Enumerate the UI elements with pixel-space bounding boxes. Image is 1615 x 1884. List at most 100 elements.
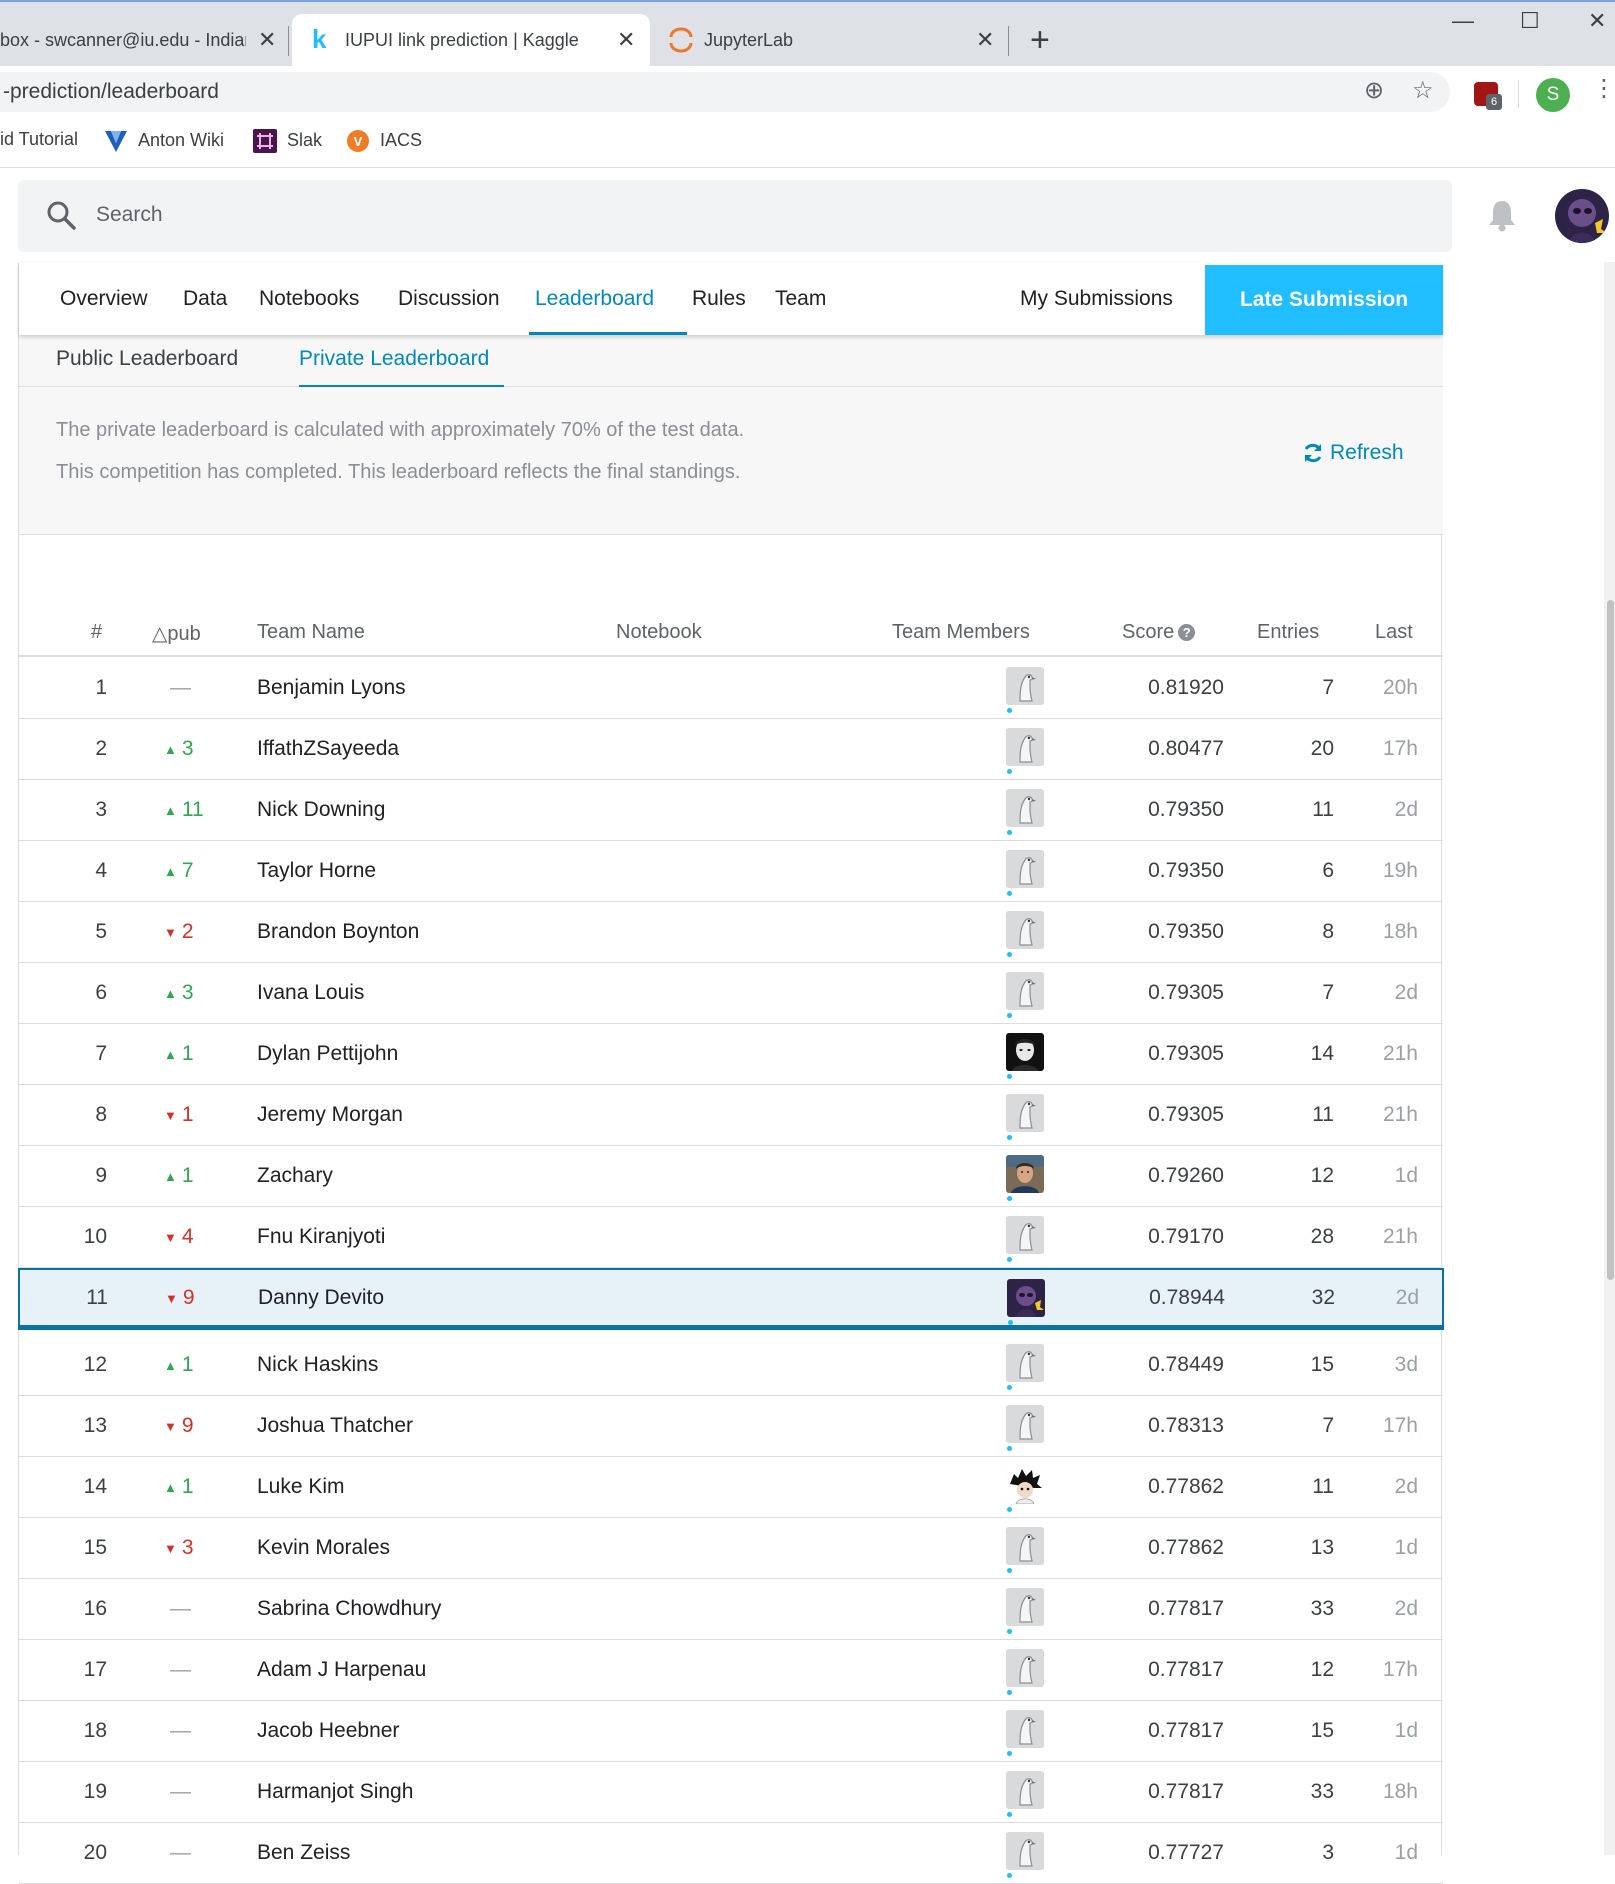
minimize-button[interactable]: — — [1452, 8, 1474, 34]
tab-close-icon[interactable]: ✕ — [976, 27, 994, 53]
tab-jupyterlab[interactable]: JupyterLab ✕ — [660, 14, 1010, 66]
team-name[interactable]: Zachary — [257, 1164, 333, 1188]
bookmark-iacs[interactable]: V IACS — [346, 129, 422, 152]
maximize-button[interactable]: ☐ — [1520, 8, 1540, 34]
table-row[interactable]: 8 ▼ 1 Jeremy Morgan 0.79305 11 21h — [19, 1085, 1443, 1146]
table-row[interactable]: 7 ▲ 1 Dylan Pettijohn 0.79305 14 21h — [19, 1024, 1443, 1085]
table-row[interactable]: 16 — Sabrina Chowdhury 0.77817 33 2d — [19, 1579, 1443, 1640]
team-member-avatar[interactable] — [1006, 972, 1044, 1010]
team-name[interactable]: Kevin Morales — [257, 1536, 390, 1560]
table-row[interactable]: 14 ▲ 1 Luke Kim 0.77862 11 2d — [19, 1457, 1443, 1518]
team-name[interactable]: Sabrina Chowdhury — [257, 1597, 441, 1621]
table-row[interactable]: 18 — Jacob Heebner 0.77817 15 1d — [19, 1701, 1443, 1762]
notifications-bell-icon[interactable] — [1487, 198, 1517, 232]
team-member-avatar[interactable] — [1006, 1771, 1044, 1809]
table-row[interactable]: 10 ▼ 4 Fnu Kiranjyoti 0.79170 28 21h — [19, 1207, 1443, 1268]
team-member-avatar[interactable] — [1006, 1649, 1044, 1687]
table-row[interactable]: 4 ▲ 7 Taylor Horne 0.79350 6 19h — [19, 841, 1443, 902]
team-name[interactable]: Fnu Kiranjyoti — [257, 1225, 385, 1249]
tab-gmail[interactable]: box - swcanner@iu.edu - Indiana ✕ — [0, 14, 276, 66]
tab-public-leaderboard[interactable]: Public Leaderboard — [56, 347, 238, 371]
new-tab-button[interactable]: + — [1030, 22, 1050, 58]
team-name[interactable]: Danny Devito — [258, 1286, 384, 1310]
team-member-avatar[interactable] — [1006, 1155, 1044, 1193]
table-row[interactable]: 20 — Ben Zeiss 0.77727 3 1d — [19, 1823, 1443, 1884]
table-row[interactable]: 13 ▼ 9 Joshua Thatcher 0.78313 7 17h — [19, 1396, 1443, 1457]
site-search-box[interactable]: Search — [18, 180, 1452, 252]
url-text[interactable]: -prediction/leaderboard — [3, 80, 219, 104]
nav-team[interactable]: Team — [775, 287, 826, 311]
team-member-avatar[interactable] — [1006, 850, 1044, 888]
nav-discussion[interactable]: Discussion — [398, 287, 500, 311]
table-row-current-user[interactable]: 11 ▼ 9 Danny Devito 0.78944 32 2d — [18, 1268, 1444, 1330]
team-name[interactable]: Nick Haskins — [257, 1353, 378, 1377]
nav-data[interactable]: Data — [183, 287, 227, 311]
team-member-avatar[interactable] — [1006, 1466, 1044, 1504]
omnibox[interactable]: -prediction/leaderboard — [0, 72, 1450, 112]
refresh-button[interactable]: Refresh — [1302, 441, 1404, 465]
team-name[interactable]: Brandon Boynton — [257, 920, 419, 944]
table-row[interactable]: 15 ▼ 3 Kevin Morales 0.77862 13 1d — [19, 1518, 1443, 1579]
bookmark-tutorial[interactable]: id Tutorial — [0, 129, 78, 150]
tab-close-icon[interactable]: ✕ — [617, 27, 635, 53]
nav-rules[interactable]: Rules — [692, 287, 746, 311]
bookmark-anton-wiki[interactable]: Anton Wiki — [104, 129, 224, 152]
team-name[interactable]: Dylan Pettijohn — [257, 1042, 398, 1066]
team-member-avatar[interactable] — [1006, 1344, 1044, 1382]
table-row[interactable]: 12 ▲ 1 Nick Haskins 0.78449 15 3d — [19, 1335, 1443, 1396]
team-name[interactable]: Luke Kim — [257, 1475, 345, 1499]
team-name[interactable]: IffathZSayeeda — [257, 737, 399, 761]
team-name[interactable]: Joshua Thatcher — [257, 1414, 413, 1438]
table-row[interactable]: 5 ▼ 2 Brandon Boynton 0.79350 8 18h — [19, 902, 1443, 963]
window-close-button[interactable]: ✕ — [1588, 8, 1606, 34]
team-member-avatar[interactable] — [1006, 1710, 1044, 1748]
table-row[interactable]: 2 ▲ 3 IffathZSayeeda 0.80477 20 17h — [19, 719, 1443, 780]
team-member-avatar[interactable] — [1006, 911, 1044, 949]
score-help-icon[interactable]: ? — [1178, 624, 1196, 641]
install-app-icon[interactable]: ⊕ — [1364, 78, 1384, 104]
team-name[interactable]: Nick Downing — [257, 798, 385, 822]
bookmark-slak[interactable]: Slak — [253, 129, 322, 153]
browser-menu-icon[interactable]: ⋮ — [1592, 76, 1615, 102]
tab-kaggle[interactable]: k IUPUI link prediction | Kaggle ✕ — [292, 14, 650, 66]
table-row[interactable]: 19 — Harmanjot Singh 0.77817 33 18h — [19, 1762, 1443, 1823]
search-input[interactable]: Search — [96, 203, 163, 227]
page-scrollbar-thumb[interactable] — [1607, 600, 1614, 1280]
tab-close-icon[interactable]: ✕ — [258, 27, 276, 53]
team-name[interactable]: Taylor Horne — [257, 859, 376, 883]
table-row[interactable]: 3 ▲ 11 Nick Downing 0.79350 11 2d — [19, 780, 1443, 841]
team-member-avatar[interactable] — [1006, 1405, 1044, 1443]
team-name[interactable]: Ben Zeiss — [257, 1841, 350, 1865]
profile-avatar[interactable]: S — [1536, 78, 1570, 112]
nav-overview[interactable]: Overview — [60, 287, 148, 311]
nav-leaderboard[interactable]: Leaderboard — [535, 287, 654, 311]
team-member-avatar[interactable] — [1006, 1588, 1044, 1626]
team-member-avatar[interactable] — [1006, 1832, 1044, 1870]
extension-ublock-icon[interactable]: 6 — [1474, 82, 1502, 110]
team-member-avatar[interactable] — [1006, 1527, 1044, 1565]
team-member-avatar[interactable] — [1006, 1033, 1044, 1071]
team-member-avatar[interactable] — [1007, 1279, 1045, 1317]
nav-notebooks[interactable]: Notebooks — [259, 287, 359, 311]
table-row[interactable]: 17 — Adam J Harpenau 0.77817 12 17h — [19, 1640, 1443, 1701]
team-name[interactable]: Harmanjot Singh — [257, 1780, 413, 1804]
team-name[interactable]: Adam J Harpenau — [257, 1658, 426, 1682]
table-row[interactable]: 1 — Benjamin Lyons 0.81920 7 20h — [19, 658, 1443, 719]
team-name[interactable]: Jacob Heebner — [257, 1719, 399, 1743]
team-member-avatar[interactable] — [1006, 667, 1044, 705]
rank-change: ▲ 7 — [164, 859, 234, 883]
table-row[interactable]: 9 ▲ 1 Zachary 0.79260 12 1d — [19, 1146, 1443, 1207]
late-submission-button[interactable]: Late Submission — [1205, 265, 1443, 335]
team-name[interactable]: Benjamin Lyons — [257, 676, 406, 700]
team-name[interactable]: Ivana Louis — [257, 981, 364, 1005]
team-member-avatar[interactable] — [1006, 789, 1044, 827]
team-name[interactable]: Jeremy Morgan — [257, 1103, 403, 1127]
team-member-avatar[interactable] — [1006, 1094, 1044, 1132]
tab-private-leaderboard[interactable]: Private Leaderboard — [299, 347, 489, 371]
table-row[interactable]: 6 ▲ 3 Ivana Louis 0.79305 7 2d — [19, 963, 1443, 1024]
my-submissions-link[interactable]: My Submissions — [1020, 287, 1173, 311]
user-avatar[interactable] — [1555, 189, 1609, 243]
team-member-avatar[interactable] — [1006, 728, 1044, 766]
team-member-avatar[interactable] — [1006, 1216, 1044, 1254]
bookmark-star-icon[interactable]: ☆ — [1412, 78, 1434, 104]
